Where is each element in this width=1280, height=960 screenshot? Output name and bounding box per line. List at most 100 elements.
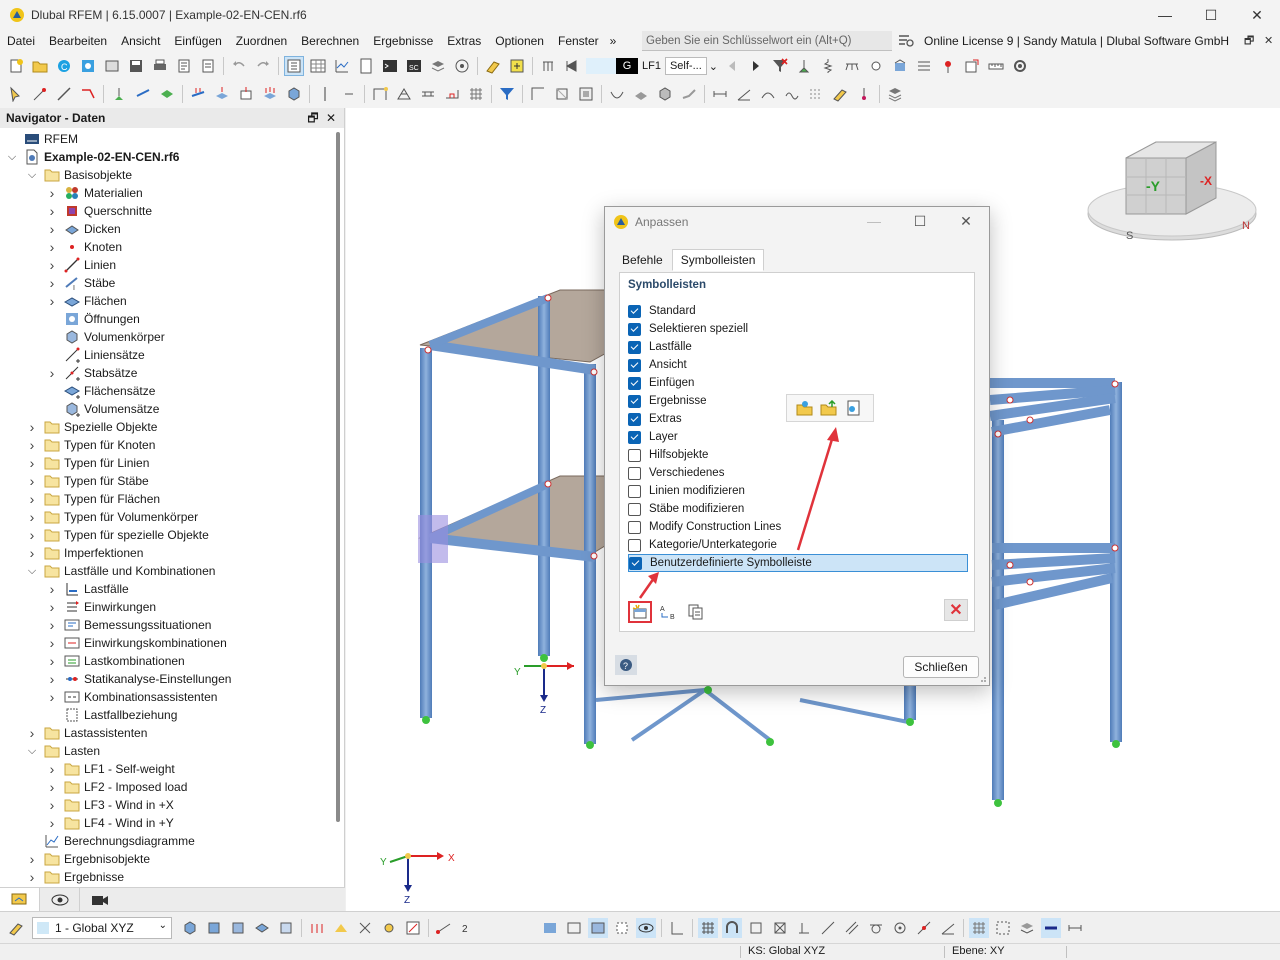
new-file-icon[interactable] bbox=[6, 56, 26, 76]
next-arrow-icon[interactable] bbox=[746, 56, 766, 76]
chevron-down-icon[interactable]: ⌵ bbox=[26, 562, 38, 580]
save-icon[interactable] bbox=[126, 56, 146, 76]
filter-icon[interactable] bbox=[770, 56, 790, 76]
tree-item[interactable]: › Typen für Flächen bbox=[26, 490, 160, 508]
tree-item[interactable]: Liniensätze bbox=[46, 346, 145, 364]
curve-icon[interactable] bbox=[607, 84, 627, 104]
toolbar-checkbox-row[interactable]: Layer bbox=[628, 428, 678, 446]
chevron-down-icon[interactable]: ⌵ bbox=[26, 742, 38, 760]
layers-toggle-icon[interactable] bbox=[1017, 918, 1037, 938]
menu-ansicht[interactable]: Ansicht bbox=[114, 30, 167, 52]
minimize-button[interactable]: — bbox=[1142, 0, 1188, 30]
view-select[interactable]: 1 - Global XYZ ⌄ bbox=[32, 916, 172, 939]
view-y-icon[interactable] bbox=[228, 918, 248, 938]
dialog-maximize-button[interactable]: ☐ bbox=[897, 207, 943, 235]
tree-item[interactable]: Volumenkörper bbox=[46, 328, 165, 346]
export-icon[interactable] bbox=[962, 56, 982, 76]
chevron-right-icon[interactable]: › bbox=[26, 526, 38, 544]
node-insert-icon[interactable] bbox=[30, 84, 50, 104]
tree-item[interactable]: › Querschnitte bbox=[46, 202, 152, 220]
redo-icon[interactable] bbox=[253, 56, 273, 76]
toolbar-checkbox-row[interactable]: Kategorie/Unterkategorie bbox=[628, 536, 777, 554]
undo-icon[interactable] bbox=[229, 56, 249, 76]
snap-line-icon[interactable] bbox=[818, 918, 838, 938]
menu-extras[interactable]: Extras bbox=[440, 30, 488, 52]
chevron-right-icon[interactable]: › bbox=[46, 760, 58, 778]
chevron-right-icon[interactable]: › bbox=[26, 508, 38, 526]
rendered-icon[interactable] bbox=[588, 917, 608, 938]
chevron-right-icon[interactable]: › bbox=[26, 472, 38, 490]
dimensions-icon[interactable] bbox=[1065, 918, 1085, 938]
snap-angle-icon[interactable] bbox=[938, 918, 958, 938]
help-button[interactable]: ? bbox=[615, 655, 637, 675]
chevron-right-icon[interactable]: › bbox=[46, 202, 58, 220]
line-insert-icon[interactable] bbox=[54, 84, 74, 104]
toolbar-checkbox-row[interactable]: Lastfälle bbox=[628, 338, 692, 356]
navigator-toggle-icon[interactable] bbox=[284, 56, 304, 76]
toolbar-checkbox[interactable] bbox=[628, 484, 641, 498]
snap-intersection-icon[interactable] bbox=[770, 918, 790, 938]
camera-view-icon[interactable] bbox=[636, 917, 656, 938]
toolbar-checkbox[interactable] bbox=[628, 394, 641, 408]
snap-object-icon[interactable] bbox=[746, 918, 766, 938]
menu-zuordnen[interactable]: Zuordnen bbox=[229, 30, 294, 52]
toolbar-checkbox-row[interactable]: Benutzerdefinierte Symbolleiste bbox=[628, 554, 968, 572]
node-display-icon[interactable] bbox=[379, 918, 399, 938]
support-insert-icon[interactable] bbox=[109, 84, 129, 104]
tree-item[interactable]: RFEM bbox=[6, 130, 78, 148]
tree-item[interactable]: › Ergebnisse bbox=[26, 868, 124, 886]
tree-item[interactable]: › Materialien bbox=[46, 184, 143, 202]
member-load-icon[interactable] bbox=[188, 84, 208, 104]
tree-item[interactable]: › Typen für Knoten bbox=[26, 436, 156, 454]
menu-optionen[interactable]: Optionen bbox=[488, 30, 551, 52]
diagram-icon[interactable] bbox=[332, 56, 352, 76]
rename-toolbar-button[interactable]: AB bbox=[656, 601, 680, 623]
toolbar-checkbox[interactable] bbox=[628, 448, 641, 462]
wave-icon[interactable] bbox=[782, 84, 802, 104]
model-icon[interactable] bbox=[78, 56, 98, 76]
cube-icon[interactable] bbox=[655, 84, 675, 104]
webservice-icon[interactable] bbox=[452, 56, 472, 76]
previous-loadcase-icon[interactable] bbox=[562, 56, 582, 76]
toolbar-checkbox[interactable] bbox=[628, 538, 641, 552]
tree-item[interactable]: › Spezielle Objekte bbox=[26, 418, 158, 436]
cloud-icon[interactable]: C bbox=[54, 56, 74, 76]
chevron-right-icon[interactable]: › bbox=[46, 814, 58, 832]
tree-item[interactable]: Lastfallbeziehung bbox=[46, 706, 177, 724]
menu-einfuegen[interactable]: Einfügen bbox=[167, 30, 228, 52]
tree-item[interactable]: Volumensätze bbox=[46, 400, 159, 418]
toolbar-checkbox-row[interactable]: Verschiedenes bbox=[628, 464, 724, 482]
tree-item[interactable]: › Typen für Stäbe bbox=[26, 472, 149, 490]
load-wizard-icon[interactable] bbox=[483, 56, 503, 76]
chevron-right-icon[interactable]: › bbox=[46, 652, 58, 670]
tree-item[interactable]: › LF3 - Wind in +X bbox=[46, 796, 174, 814]
snap-center-icon[interactable] bbox=[890, 918, 910, 938]
wireframe-icon[interactable] bbox=[564, 918, 584, 938]
close-button[interactable]: Schließen bbox=[903, 656, 979, 678]
pin-icon[interactable] bbox=[938, 56, 958, 76]
open-file-icon[interactable] bbox=[30, 56, 50, 76]
toolbar-checkbox-row[interactable]: Selektieren speziell bbox=[628, 320, 748, 338]
close-window-button[interactable]: ✕ bbox=[1234, 0, 1280, 30]
toolbar-checkbox[interactable] bbox=[629, 556, 642, 570]
chevron-right-icon[interactable]: › bbox=[46, 634, 58, 652]
print-report-icon[interactable] bbox=[102, 56, 122, 76]
load-display-icon[interactable] bbox=[307, 918, 327, 938]
tree-item[interactable]: › Stabsätze bbox=[46, 364, 137, 382]
toolbar-checkbox-row[interactable]: Extras bbox=[628, 410, 682, 428]
guideline-icon[interactable] bbox=[806, 84, 826, 104]
column-icon[interactable] bbox=[315, 84, 335, 104]
chevron-right-icon[interactable]: › bbox=[46, 688, 58, 706]
panel-icon[interactable] bbox=[356, 56, 376, 76]
snap-tangent-icon[interactable] bbox=[866, 918, 886, 938]
chevron-right-icon[interactable]: › bbox=[26, 490, 38, 508]
toolbar-checkbox[interactable] bbox=[628, 322, 641, 336]
surface-load-icon[interactable] bbox=[212, 84, 232, 104]
clipping-box-icon[interactable] bbox=[576, 84, 596, 104]
export-folder-button[interactable] bbox=[817, 397, 841, 419]
tree-item[interactable]: Berechnungsdiagramme bbox=[26, 832, 195, 850]
tree-item[interactable]: › Imperfektionen bbox=[26, 544, 144, 562]
surface-support-icon[interactable] bbox=[157, 84, 177, 104]
toolbar-checkbox[interactable] bbox=[628, 358, 641, 372]
snap-perpendicular-icon[interactable] bbox=[794, 918, 814, 938]
